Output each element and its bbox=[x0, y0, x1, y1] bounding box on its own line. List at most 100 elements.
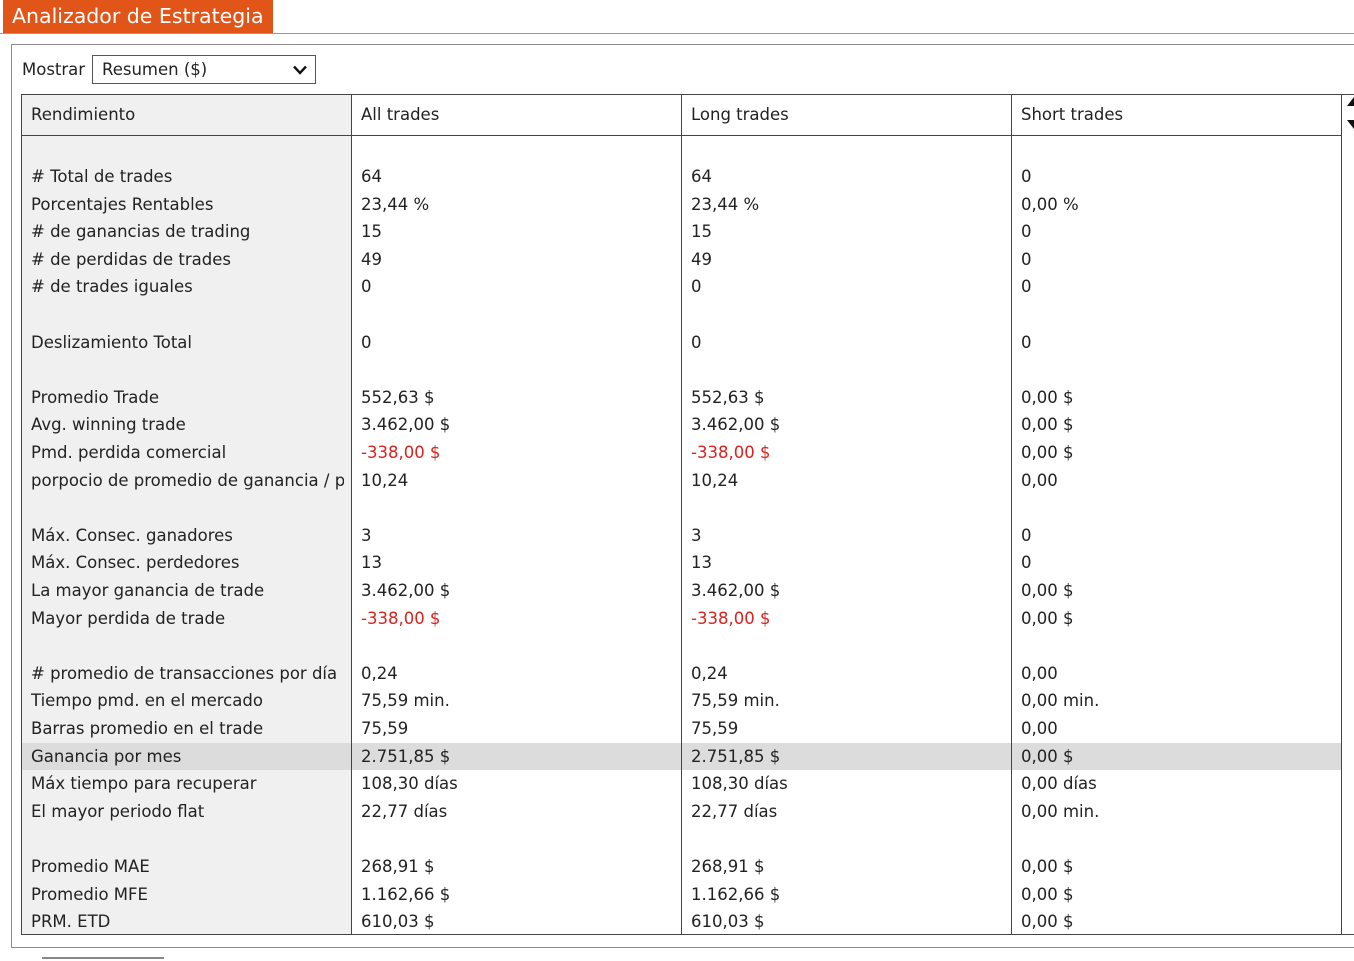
all-trades-value: 23,44 % bbox=[361, 194, 430, 214]
row-label: # promedio de transacciones por día bbox=[31, 663, 338, 683]
column-header-long-trades[interactable]: Long trades bbox=[691, 95, 1006, 135]
row-label: Ganancia por mes bbox=[31, 746, 182, 766]
row-label: Promedio Trade bbox=[31, 387, 159, 407]
column-header-short-trades[interactable]: Short trades bbox=[1021, 95, 1336, 135]
all-trades-value: 10,24 bbox=[361, 470, 409, 490]
row-label: Promedio MAE bbox=[31, 857, 150, 876]
long-trades-value: -338,00 $ bbox=[691, 608, 771, 628]
short-trades-value: 0,00 $ bbox=[1021, 387, 1074, 407]
row-label: Tiempo pmd. en el mercado bbox=[31, 691, 263, 711]
all-trades-value: 3.462,00 $ bbox=[361, 415, 451, 435]
all-trades-value: 0 bbox=[361, 332, 372, 352]
short-trades-value: 0 bbox=[1021, 332, 1032, 352]
row-label bbox=[31, 302, 344, 328]
all-trades-value: 75,59 min. bbox=[361, 691, 450, 711]
all-trades-value: 2.751,85 $ bbox=[361, 746, 451, 766]
all-trades-value: 22,77 días bbox=[361, 801, 448, 821]
short-trades-value: 0,00 $ bbox=[1021, 581, 1074, 600]
short-trades-value: 0 bbox=[1021, 277, 1032, 297]
long-trades-value: 10,24 bbox=[691, 470, 739, 490]
short-trades-value bbox=[1021, 633, 1336, 659]
row-label: Máx tiempo para recuperar bbox=[31, 774, 257, 794]
long-trades-value: 610,03 $ bbox=[691, 912, 765, 932]
long-trades-value: 49 bbox=[691, 249, 712, 269]
long-trades-value: 0,24 bbox=[691, 663, 728, 683]
show-dropdown[interactable]: Resumen ($) bbox=[92, 55, 316, 84]
row-label: Promedio MFE bbox=[31, 884, 148, 904]
short-trades-value: 0,00 $ bbox=[1021, 912, 1074, 932]
all-trades-value: 0,24 bbox=[361, 663, 398, 683]
short-trades-value: 0 bbox=[1021, 553, 1032, 573]
all-trades-value: 49 bbox=[361, 249, 382, 269]
short-trades-value: 0 bbox=[1021, 525, 1032, 545]
row-label: # de trades iguales bbox=[31, 277, 193, 297]
row-label: La mayor ganancia de trade bbox=[31, 581, 265, 600]
all-trades-value: 75,59 bbox=[361, 719, 409, 738]
short-trades-value: 0,00 min. bbox=[1021, 801, 1100, 821]
short-trades-value: 0,00 min. bbox=[1021, 691, 1100, 711]
row-label: Máx. Consec. perdedores bbox=[31, 553, 240, 573]
all-trades-value: 15 bbox=[361, 222, 382, 242]
title-divider bbox=[0, 33, 1354, 34]
short-trades-value bbox=[1021, 495, 1336, 521]
long-trades-value: -338,00 $ bbox=[691, 443, 771, 462]
column-header-rendimiento[interactable]: Rendimiento bbox=[31, 95, 346, 135]
long-trades-value: 552,63 $ bbox=[691, 387, 765, 407]
all-trades-value: -338,00 $ bbox=[361, 443, 441, 462]
row-label: Barras promedio en el trade bbox=[31, 719, 264, 738]
long-trades-value: 108,30 días bbox=[691, 774, 788, 794]
all-trades-value bbox=[361, 633, 676, 659]
long-trades-value: 3.462,00 $ bbox=[691, 415, 781, 435]
window-title: Analizador de Estrategia bbox=[12, 4, 264, 28]
header-divider bbox=[22, 135, 1342, 136]
short-trades-value: 0,00 % bbox=[1021, 194, 1079, 214]
row-label: Mayor perdida de trade bbox=[31, 608, 226, 628]
all-trades-value bbox=[361, 357, 676, 383]
short-trades-value: 0,00 $ bbox=[1021, 746, 1074, 766]
long-trades-value: 268,91 $ bbox=[691, 857, 765, 876]
row-label: Deslizamiento Total bbox=[31, 332, 193, 352]
all-trades-value bbox=[361, 302, 676, 328]
column-divider bbox=[351, 95, 352, 934]
row-label: porpocio de promedio de ganancia / pérdi… bbox=[31, 470, 344, 490]
row-label: El mayor periodo flat bbox=[31, 801, 205, 821]
short-trades-value: 0,00 $ bbox=[1021, 608, 1074, 628]
row-label: # de perdidas de trades bbox=[31, 249, 231, 269]
long-trades-value: 23,44 % bbox=[691, 194, 760, 214]
row-label: PRM. ETD bbox=[31, 912, 111, 932]
long-trades-value: 0 bbox=[691, 277, 702, 297]
long-trades-value bbox=[691, 495, 1006, 521]
column-divider bbox=[1341, 95, 1342, 934]
short-trades-value: 0,00 bbox=[1021, 470, 1058, 490]
column-header-all-trades[interactable]: All trades bbox=[361, 95, 676, 135]
row-label bbox=[31, 826, 344, 852]
row-label: Máx. Consec. ganadores bbox=[31, 525, 233, 545]
row-label: Pmd. perdida comercial bbox=[31, 443, 227, 462]
short-trades-value bbox=[1021, 302, 1336, 328]
row-label bbox=[31, 357, 344, 383]
long-trades-value: 3.462,00 $ bbox=[691, 581, 781, 600]
short-trades-value: 0 bbox=[1021, 249, 1032, 269]
short-trades-value: 0,00 $ bbox=[1021, 857, 1074, 876]
row-label: Porcentajes Rentables bbox=[31, 194, 214, 214]
all-trades-value: 3 bbox=[361, 525, 372, 545]
all-trades-value: 552,63 $ bbox=[361, 387, 435, 407]
short-trades-value: 0 bbox=[1021, 167, 1032, 186]
chevron-down-icon bbox=[293, 65, 307, 75]
short-trades-value bbox=[1021, 826, 1336, 852]
long-trades-value: 22,77 días bbox=[691, 801, 778, 821]
bottom-tab-indicator bbox=[42, 957, 164, 959]
all-trades-value bbox=[361, 495, 676, 521]
row-label: # de ganancias de trading bbox=[31, 222, 251, 242]
window-title-tab[interactable]: Analizador de Estrategia bbox=[3, 0, 273, 33]
short-trades-value: 0,00 días bbox=[1021, 774, 1097, 794]
all-trades-value: 108,30 días bbox=[361, 774, 458, 794]
long-trades-value: 3 bbox=[691, 525, 702, 545]
scroll-arrows-icon[interactable] bbox=[1344, 94, 1354, 134]
long-trades-value: 1.162,66 $ bbox=[691, 884, 781, 904]
all-trades-value: 64 bbox=[361, 167, 382, 186]
long-trades-value bbox=[691, 357, 1006, 383]
long-trades-value: 15 bbox=[691, 222, 712, 242]
short-trades-value: 0,00 bbox=[1021, 663, 1058, 683]
long-trades-value: 75,59 bbox=[691, 719, 739, 738]
